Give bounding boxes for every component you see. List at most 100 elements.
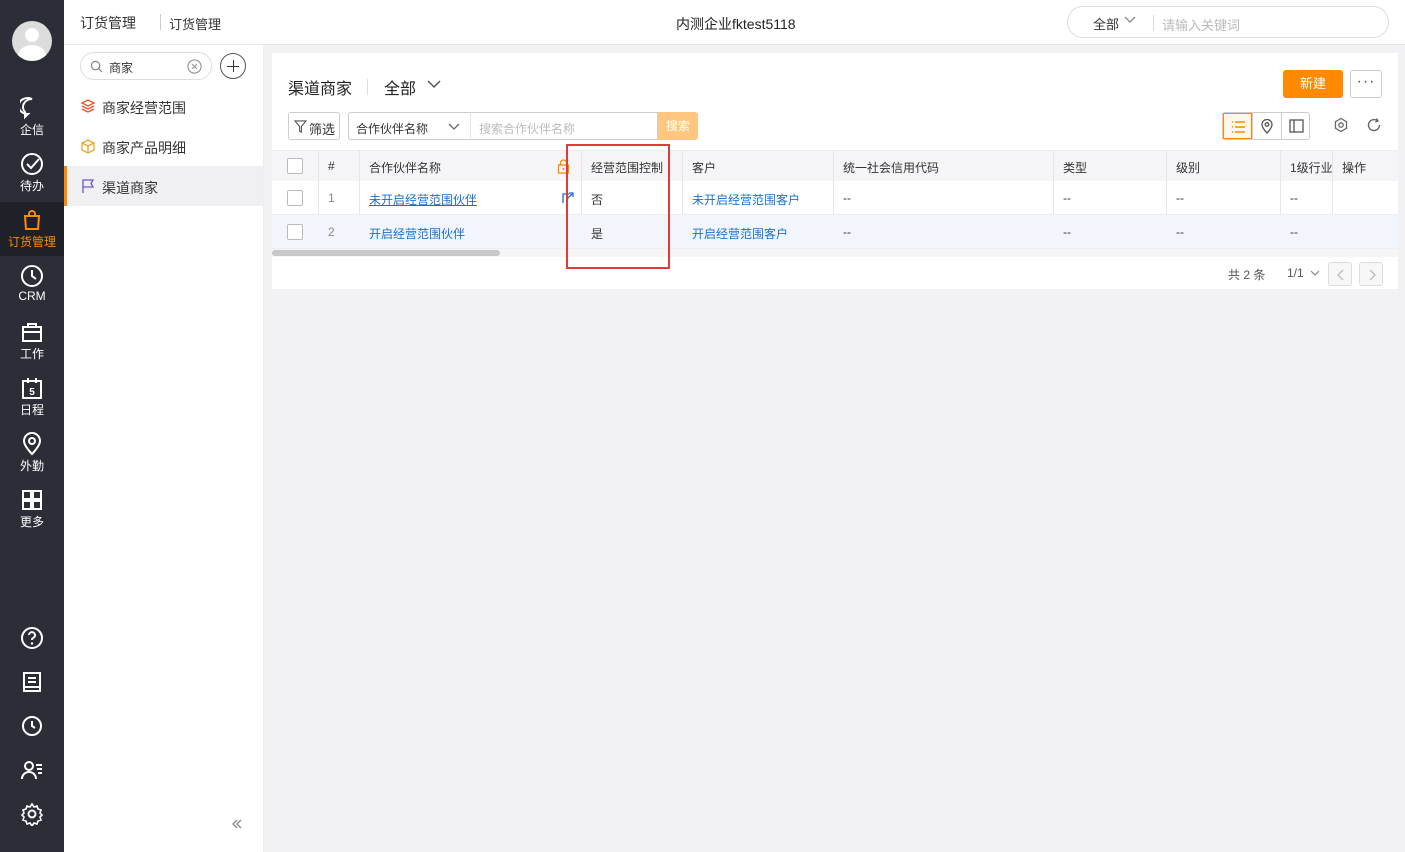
table-row[interactable]: 1 未开启经营范围伙伴 否 未开启经营范围客户 -- -- -- -- (272, 181, 1398, 215)
settings-icon[interactable] (1333, 117, 1349, 133)
chevron-down-icon (448, 123, 460, 130)
flag-icon (82, 179, 95, 193)
page-title: 渠道商家 (288, 81, 353, 98)
column-header-credit-code[interactable]: 统一社会信用代码 (843, 159, 939, 176)
table-header: # 合作伙伴名称 经营范围控制 客户 统一社会信用代码 类型 级别 1级行业 操… (272, 150, 1398, 181)
column-header-customer[interactable]: 客户 (692, 159, 716, 176)
sidebar-search-input[interactable]: 商家 (80, 52, 212, 80)
sidebar-item-channel-merchants[interactable]: 渠道商家 (64, 166, 263, 206)
column-header-level[interactable]: 级别 (1176, 159, 1200, 176)
settings-icon[interactable] (20, 802, 44, 826)
layers-icon (80, 99, 96, 113)
funnel-icon (294, 120, 307, 133)
list-icon (1232, 121, 1245, 133)
chevron-down-icon (1124, 16, 1136, 23)
view-switcher (1222, 112, 1310, 140)
sidebar-item-label: 商家产品明细 (102, 140, 186, 156)
partner-name-link[interactable]: 未开启经营范围伙伴 (369, 191, 477, 208)
page-select[interactable]: 1/1 (1287, 266, 1304, 280)
sidebar-item-label: 渠道商家 (102, 180, 158, 196)
filter-button[interactable]: 筛选 (288, 112, 340, 140)
calendar-icon: 5 (22, 378, 42, 399)
chevron-down-icon[interactable] (427, 80, 441, 89)
global-search-input[interactable]: 请输入关键词 (1162, 15, 1240, 34)
help-icon[interactable] (20, 626, 44, 650)
nav-item-qixin[interactable]: 企信 (0, 90, 64, 144)
prev-page-button[interactable] (1328, 262, 1352, 286)
search-icon (90, 60, 103, 73)
check-circle-icon (21, 153, 43, 175)
column-header-type[interactable]: 类型 (1063, 159, 1087, 176)
nav-label: 企信 (19, 123, 44, 137)
horizontal-scrollbar[interactable] (272, 249, 1398, 257)
search-button[interactable]: 搜索 (658, 112, 698, 140)
split-view-button[interactable] (1282, 113, 1311, 139)
column-header-partner-name[interactable]: 合作伙伴名称 (369, 159, 441, 176)
clock-pie-icon (21, 265, 43, 287)
search-field-select[interactable]: 合作伙伴名称 (348, 112, 470, 140)
search-scope-select[interactable]: 全部 (1093, 14, 1119, 33)
industry-value: -- (1290, 225, 1298, 239)
column-header-industry[interactable]: 1级行业 (1290, 159, 1333, 176)
type-value: -- (1063, 191, 1071, 205)
refresh-icon[interactable] (1366, 117, 1382, 133)
location-pin-icon (22, 432, 42, 456)
nav-item-todo[interactable]: 待办 (0, 146, 64, 200)
breadcrumb-page[interactable]: 订货管理 (169, 14, 221, 33)
sidebar-item-merchant-scope[interactable]: 商家经营范围 (64, 86, 263, 126)
row-checkbox[interactable] (287, 190, 303, 206)
clear-icon[interactable] (187, 59, 202, 74)
type-value: -- (1063, 225, 1071, 239)
credit-code-value: -- (843, 225, 851, 239)
list-view-button[interactable] (1223, 113, 1252, 139)
collapse-sidebar-icon[interactable] (230, 817, 244, 831)
customer-link[interactable]: 开启经营范围客户 (692, 225, 788, 242)
scrollbar-thumb[interactable] (272, 250, 500, 256)
scope-select[interactable]: 全部 (384, 75, 416, 99)
select-all-checkbox[interactable] (287, 158, 303, 174)
industry-value: -- (1290, 191, 1298, 205)
avatar[interactable] (12, 21, 52, 61)
grid-icon (22, 490, 42, 510)
nav-label: CRM (18, 289, 46, 303)
row-number: 2 (328, 225, 335, 239)
map-view-button[interactable] (1253, 113, 1282, 139)
nav-item-order-management[interactable]: 订货管理 (0, 202, 64, 256)
new-button[interactable]: 新建 (1283, 70, 1343, 98)
next-page-button[interactable] (1359, 262, 1383, 286)
main-panel: 渠道商家 全部 新建 ··· 筛选 合作伙伴名称 搜索合作伙伴名称 搜索 # 合… (272, 53, 1398, 289)
notebook-icon[interactable] (20, 670, 44, 694)
row-checkbox[interactable] (287, 224, 303, 240)
nav-item-field-work[interactable]: 外勤 (0, 426, 64, 480)
chevron-right-icon (1369, 269, 1376, 281)
contacts-icon[interactable] (20, 758, 44, 782)
chevron-left-icon (1337, 269, 1344, 281)
table-row[interactable]: 2 开启经营范围伙伴 是 开启经营范围客户 -- -- -- -- (272, 215, 1398, 249)
more-button[interactable]: ··· (1350, 70, 1382, 98)
level-value: -- (1176, 225, 1184, 239)
partner-name-link[interactable]: 开启经营范围伙伴 (369, 225, 465, 242)
briefcase-icon (22, 323, 42, 342)
filter-button-label: 筛选 (309, 122, 336, 137)
shopping-bag-icon (23, 210, 41, 230)
customer-link[interactable]: 未开启经营范围客户 (692, 191, 800, 208)
global-search[interactable]: 全部 请输入关键词 (1067, 6, 1389, 38)
nav-label: 订货管理 (7, 235, 56, 249)
nav-item-schedule[interactable]: 5 日程 (0, 370, 64, 424)
history-icon[interactable] (20, 714, 44, 738)
credit-code-value: -- (843, 191, 851, 205)
sidebar-item-merchant-products[interactable]: 商家产品明细 (64, 126, 263, 166)
chevron-down-icon[interactable] (1310, 270, 1320, 277)
nav-item-crm[interactable]: CRM (0, 258, 64, 312)
partner-search-input[interactable]: 搜索合作伙伴名称 (470, 112, 658, 140)
sidebar-item-label: 商家经营范围 (102, 100, 186, 116)
left-nav: 企信 待办 订货管理 CRM 工作 5 日程 外勤 更多 (0, 0, 64, 852)
nav-item-more[interactable]: 更多 (0, 482, 64, 536)
breadcrumb-app[interactable]: 订货管理 (80, 13, 136, 33)
sidebar-search-value: 商家 (109, 61, 134, 75)
partner-search-placeholder: 搜索合作伙伴名称 (479, 122, 576, 136)
add-button[interactable] (220, 53, 246, 79)
nav-item-work[interactable]: 工作 (0, 314, 64, 368)
map-pin-icon (1261, 119, 1273, 134)
row-number: 1 (328, 191, 335, 205)
